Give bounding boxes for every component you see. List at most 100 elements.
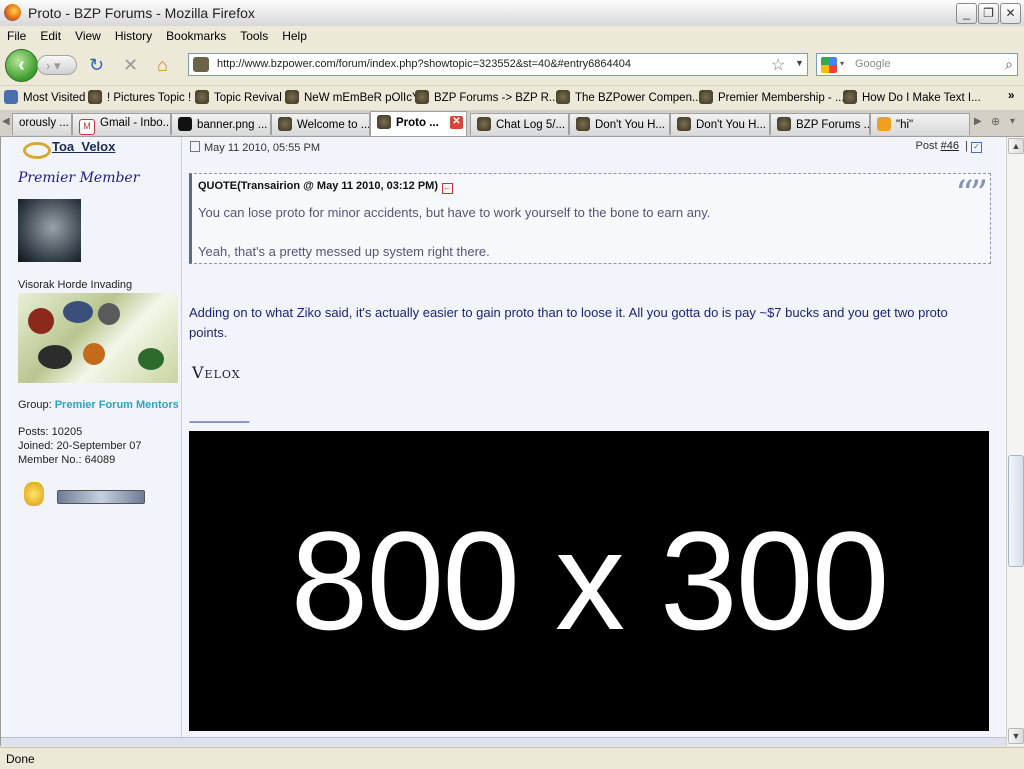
award-bar <box>57 490 145 504</box>
folder-icon <box>4 90 18 104</box>
post-date: May 11 2010, 05:55 PM <box>204 142 320 154</box>
status-text: Done <box>6 752 35 766</box>
bookmark-label: NeW mEmBeR pOlIcY <box>304 92 420 104</box>
bookmark-label: BZP Forums -> BZP R... <box>434 92 559 104</box>
visorak-image <box>18 293 178 383</box>
new-tab-icon[interactable]: ⊕ <box>991 115 1000 128</box>
image-icon <box>178 117 192 131</box>
menu-bookmarks[interactable]: Bookmarks <box>159 26 233 43</box>
member-number: Member No.: 64089 <box>18 454 116 466</box>
firefox-icon <box>4 4 21 21</box>
post-number-line: Post #46 | ✓ <box>916 140 982 153</box>
author-panel: Toa_Velox Premier Member Visorak Horde I… <box>11 137 182 746</box>
tab-label: "hi" <box>896 119 914 131</box>
back-button[interactable]: ‹ <box>5 49 38 82</box>
tab[interactable]: Don't You H... <box>670 113 770 135</box>
bookmark-star-icon[interactable]: ☆ <box>771 55 785 75</box>
scroll-down-icon[interactable]: ▼ <box>1008 728 1024 744</box>
stop-icon[interactable]: ✕ <box>123 55 138 75</box>
bookmark-item[interactable]: NeW mEmBeR pOlIcY <box>285 90 420 104</box>
forward-button[interactable]: › ▾ <box>37 55 77 75</box>
gmail-icon: M <box>79 119 95 135</box>
bookmark-most-visited[interactable]: Most Visited <box>4 90 85 104</box>
post-body: Adding on to what Ziko said, it's actual… <box>189 305 948 340</box>
vertical-scrollbar[interactable]: ▲ ▼ <box>1006 137 1024 746</box>
next-post-strip <box>1 737 1007 746</box>
tab[interactable]: orously ... <box>12 113 72 135</box>
author-name[interactable]: Toa_Velox <box>52 139 115 154</box>
search-placeholder[interactable]: Google <box>855 58 890 70</box>
multiquote-checkbox[interactable]: ✓ <box>971 142 982 153</box>
menu-help[interactable]: Help <box>275 26 314 43</box>
bzp-icon <box>477 117 491 131</box>
quote-marks-icon: “” <box>955 174 988 215</box>
url-dropdown-icon[interactable]: ▼ <box>795 58 804 68</box>
bzp-icon <box>677 117 691 131</box>
quote-block: QUOTE(Transairion @ May 11 2010, 03:12 P… <box>189 173 991 264</box>
tab[interactable]: banner.png ... <box>171 113 271 135</box>
post-icon <box>190 141 200 152</box>
close-window-button[interactable]: ✕ <box>1000 3 1021 24</box>
window-title: Proto - BZP Forums - Mozilla Firefox <box>28 5 255 21</box>
tab-label: Chat Log 5/... <box>496 119 566 131</box>
bzp-icon <box>777 117 791 131</box>
page-content: Toa_Velox Premier Member Visorak Horde I… <box>0 137 1007 746</box>
bookmark-item[interactable]: ! Pictures Topic ! <box>88 90 191 104</box>
google-icon[interactable] <box>821 57 837 73</box>
signature-logo: Velox <box>192 363 241 382</box>
engine-dropdown-icon[interactable]: ▾ <box>840 59 844 68</box>
search-box[interactable]: ▾ Google ⌕ <box>816 53 1018 76</box>
search-icon[interactable]: ⌕ <box>1005 56 1013 73</box>
reload-icon[interactable]: ↻ <box>89 55 104 75</box>
tab-active[interactable]: Proto ... ✕ <box>370 111 467 136</box>
tab[interactable]: Welcome to ... <box>271 113 370 135</box>
menu-history[interactable]: History <box>108 26 159 43</box>
menu-tools[interactable]: Tools <box>233 26 275 43</box>
bookmark-label: Topic Revival <box>214 92 282 104</box>
group-label: Group: <box>18 399 52 411</box>
url-text[interactable]: http://www.bzpower.com/forum/index.php?s… <box>217 58 631 70</box>
tab-label: Proto ... <box>396 117 439 129</box>
bookmarks-toolbar: Most Visited ! Pictures Topic ! Topic Re… <box>0 85 1024 110</box>
menu-view[interactable]: View <box>68 26 108 43</box>
bookmark-label: Premier Membership - ... <box>718 92 845 104</box>
tab[interactable]: Chat Log 5/... <box>470 113 569 135</box>
bookmark-item[interactable]: Premier Membership - ... <box>699 90 845 104</box>
url-bar[interactable]: http://www.bzpower.com/forum/index.php?s… <box>188 53 808 76</box>
post-panel: May 11 2010, 05:55 PM Post #46 | ✓ QUOTE… <box>184 137 996 746</box>
scroll-thumb[interactable] <box>1008 455 1024 567</box>
tab[interactable]: "hi" <box>870 113 970 135</box>
tab-scroll-right-icon[interactable]: ▶ <box>974 116 982 127</box>
avatar <box>18 199 81 262</box>
signature-divider: -------------------- <box>189 414 250 428</box>
close-tab-icon[interactable]: ✕ <box>450 116 463 129</box>
bookmark-item[interactable]: How Do I Make Text I... <box>843 90 981 104</box>
bookmarks-overflow-button[interactable]: » <box>1008 90 1014 102</box>
bookmark-item[interactable]: BZP Forums -> BZP R... <box>415 90 559 104</box>
bookmark-label: How Do I Make Text I... <box>862 92 981 104</box>
post-count: Posts: 10205 <box>18 426 83 438</box>
quote-link-icon[interactable]: ← <box>442 183 453 194</box>
bookmark-item[interactable]: Topic Revival <box>195 90 282 104</box>
bookmark-item[interactable]: The BZPower Compen... <box>556 90 702 104</box>
list-tabs-icon[interactable]: ▾ <box>1010 116 1015 127</box>
home-icon[interactable]: ⌂ <box>157 55 168 75</box>
bzp-icon <box>88 90 102 104</box>
join-date: Joined: 20-September 07 <box>18 440 142 452</box>
tab[interactable]: BZP Forums ... <box>770 113 870 135</box>
post-number-link[interactable]: #46 <box>941 140 959 152</box>
restore-button[interactable]: ❐ <box>978 3 999 24</box>
minimize-button[interactable]: _ <box>956 3 977 24</box>
ring-icon <box>23 142 51 159</box>
tab-gmail[interactable]: M Gmail - Inbo... <box>72 113 171 135</box>
tab-label: Welcome to ... <box>297 119 370 131</box>
group-name: Premier Forum Mentors <box>54 399 179 411</box>
tab[interactable]: Don't You H... <box>569 113 670 135</box>
tab-scroll-left-icon[interactable]: ◀ <box>2 116 10 127</box>
scroll-up-icon[interactable]: ▲ <box>1008 138 1024 154</box>
menu-edit[interactable]: Edit <box>33 26 68 43</box>
menu-file[interactable]: File <box>0 26 33 43</box>
bzp-icon <box>415 90 429 104</box>
bzp-icon <box>278 117 292 131</box>
page-icon <box>877 117 891 131</box>
